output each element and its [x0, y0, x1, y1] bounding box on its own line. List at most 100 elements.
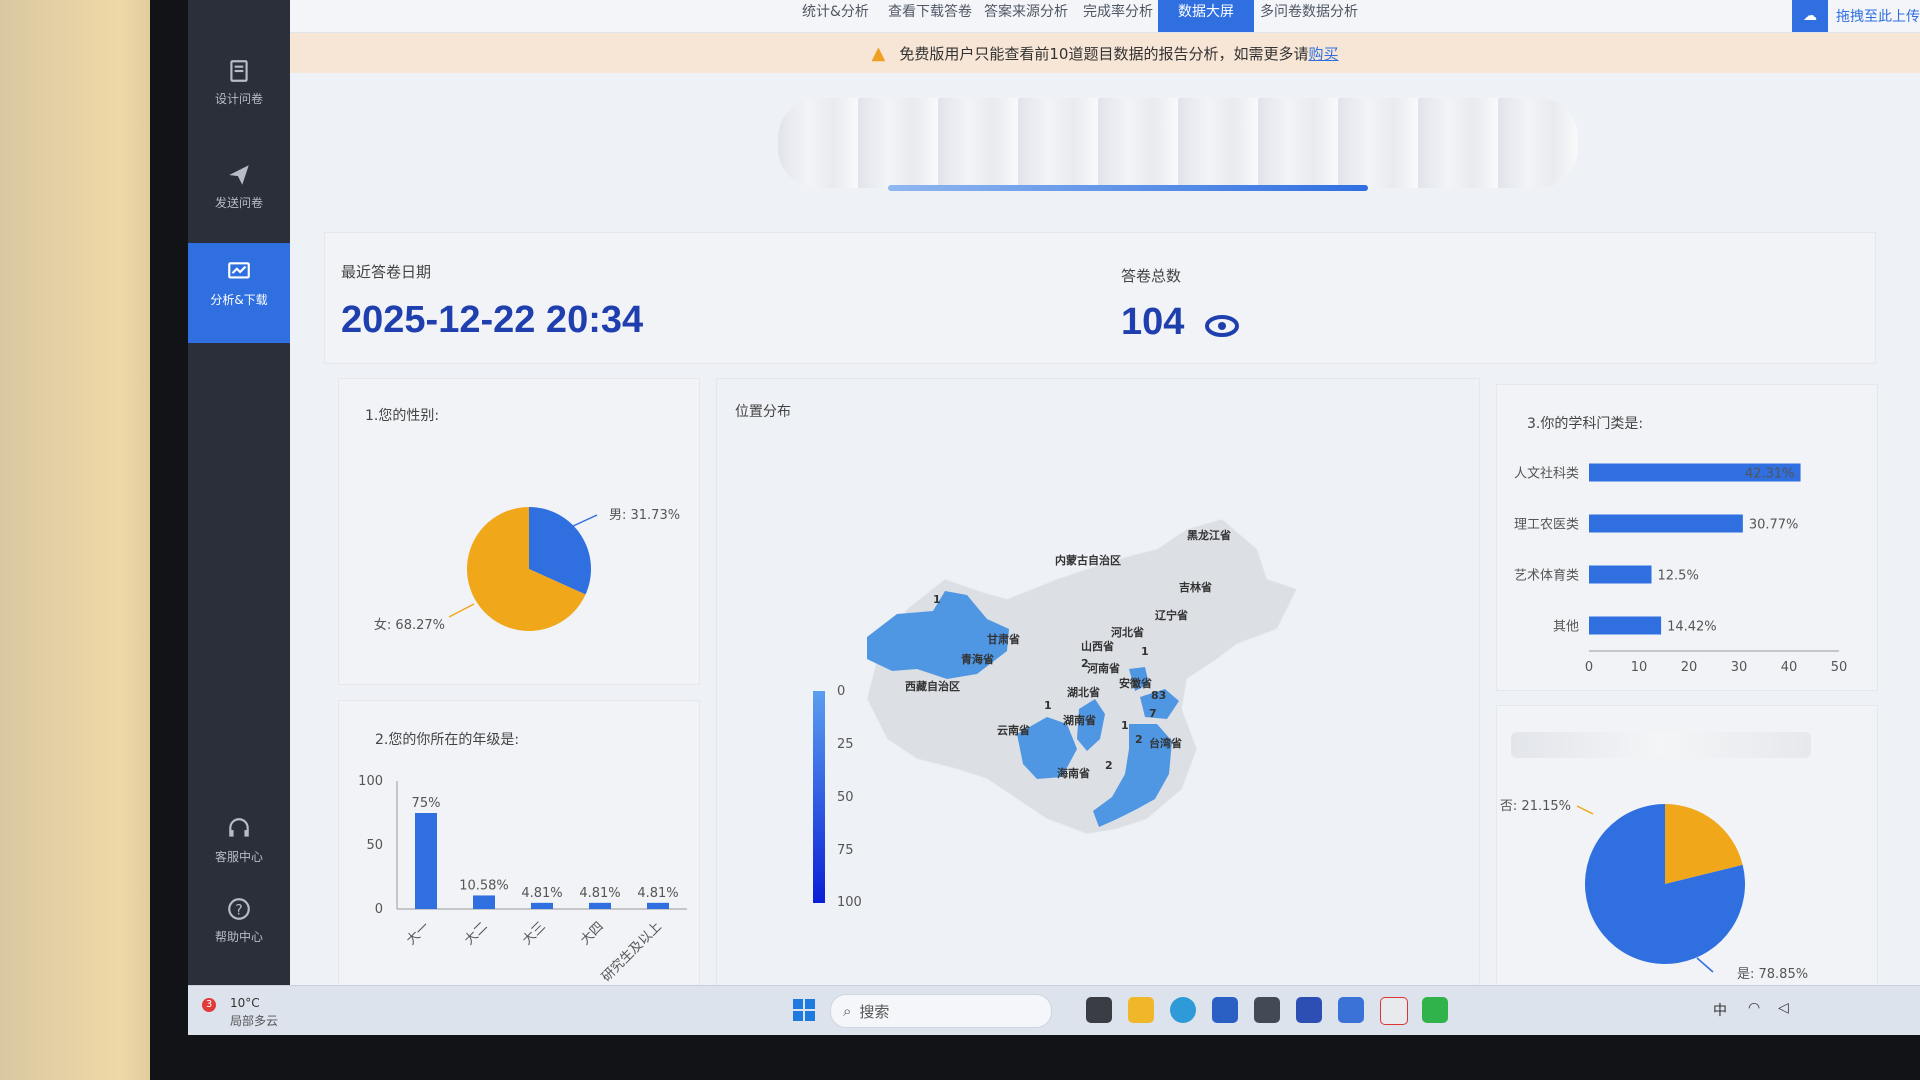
tab-completion[interactable]: 完成率分析	[1083, 0, 1153, 32]
subject-bar-chart: 0 10 20 30 40 50 人文社科类 42.31% 理工农医类 30.77% 艺术体育类 12…	[1514, 463, 1847, 675]
x-tick-label: 大四	[578, 919, 607, 948]
notification-badge: 3	[202, 998, 216, 1012]
bar-data-label: 10.58%	[459, 878, 509, 893]
legend-tick: 75	[837, 843, 854, 858]
y-tick-label: 0	[375, 902, 383, 917]
x-tick-label: 40	[1781, 660, 1798, 675]
region-count: 2	[1105, 759, 1113, 772]
pie-slice-label: 女: 68.27%	[374, 617, 445, 633]
pie-leader-line	[570, 514, 598, 528]
province-label: 青海省	[961, 652, 994, 666]
province-label: 云南省	[997, 723, 1030, 737]
province-label: 西藏自治区	[905, 679, 960, 693]
x-tick-label: 大三	[520, 919, 549, 948]
x-tick-label: 大二	[462, 919, 491, 948]
x-tick-label: 20	[1681, 660, 1698, 675]
svg-text:?: ?	[235, 902, 242, 918]
province-label: 湖北省	[1067, 685, 1100, 699]
app-icon[interactable]	[1254, 997, 1280, 1023]
ime-indicator[interactable]: 中	[1713, 1000, 1727, 1020]
store-icon[interactable]	[1212, 997, 1238, 1023]
weather-temp: 10°C	[230, 996, 260, 1010]
tab-multi[interactable]: 多问卷数据分析	[1260, 0, 1358, 32]
help-icon: ?	[228, 898, 250, 920]
sidebar-item-help[interactable]: ? 帮助中心	[188, 880, 290, 960]
wps-icon[interactable]	[1380, 997, 1408, 1025]
task-view-icon[interactable]	[1086, 997, 1112, 1023]
bar	[1589, 514, 1743, 533]
upload-label: 拖拽至此上传	[1836, 9, 1920, 25]
edge-browser-icon[interactable]	[1170, 997, 1196, 1023]
map-panel: 位置分布 0 25 50 75 100 黑龙江省 内蒙古自治区 吉林省 辽宁省 …	[716, 378, 1480, 987]
pie-slice-label: 男: 31.73%	[609, 508, 680, 523]
province-label: 甘肃省	[987, 632, 1020, 646]
province-label: 辽宁省	[1155, 608, 1188, 622]
region-count: 2	[1135, 733, 1143, 746]
bar-data-label: 4.81%	[579, 886, 620, 901]
taskbar-search[interactable]: ⌕ 搜索	[830, 994, 1052, 1028]
analytics-icon	[228, 262, 250, 279]
eye-icon[interactable]	[1205, 311, 1239, 341]
region-count: 1	[933, 593, 941, 606]
legend-tick: 0	[837, 684, 845, 699]
weather-desc: 局部多云	[230, 1014, 279, 1028]
y-tick-label: 理工农医类	[1514, 518, 1579, 533]
yesno-panel: 否: 21.15% 是: 78.85%	[1496, 705, 1878, 987]
windows-start-icon[interactable]	[792, 998, 816, 1022]
sidebar-item-design[interactable]: 设计问卷	[188, 42, 290, 142]
grade-panel: 2.您的你所在的年级是: 100 50 0 75% 大一 10.58% 大二 4.81% 大三 4…	[338, 700, 700, 987]
sidebar-item-label: 客服中心	[214, 850, 263, 864]
sidebar-item-label: 分析&下载	[210, 293, 268, 307]
tab-source[interactable]: 答案来源分析	[984, 0, 1068, 32]
x-tick-label: 0	[1585, 660, 1593, 675]
region-count: 2	[1081, 657, 1089, 670]
x-tick-label: 10	[1631, 660, 1648, 675]
bar	[647, 902, 669, 909]
province-label: 台湾省	[1149, 736, 1182, 750]
pie-leader-line	[1696, 957, 1714, 973]
app-icon[interactable]	[1296, 997, 1322, 1023]
sidebar-item-analysis[interactable]: 分析&下载	[188, 243, 290, 343]
bar	[589, 902, 611, 909]
weather-widget[interactable]: 3 10°C 局部多云	[202, 996, 292, 1028]
volume-icon[interactable]: ◁	[1778, 1000, 1789, 1016]
bar-data-label: 30.77%	[1749, 518, 1799, 533]
province-label: 黑龙江省	[1187, 528, 1231, 542]
province-label: 海南省	[1057, 766, 1090, 780]
subject-panel: 3.你的学科门类是: 0 10 20 30 40 50 人文社科类 42.31% 理工农医类 30…	[1496, 384, 1878, 691]
legend-tick: 50	[837, 790, 854, 805]
top-nav: 统计&分析 查看下载答卷 答案来源分析 完成率分析 数据大屏 多问卷数据分析 ☁…	[290, 0, 1920, 33]
monitor-screen: 设计问卷 发送问卷 分析&下载 客服中心 ? 帮助中心 统计&分析 查看下载答卷…	[188, 0, 1920, 1035]
y-tick-label: 其他	[1553, 620, 1579, 635]
y-tick-label: 50	[366, 838, 383, 853]
china-map: 0 25 50 75 100 黑龙江省 内蒙古自治区 吉林省 辽宁省 河北省 山…	[813, 518, 1298, 910]
wechat-icon[interactable]	[1422, 997, 1448, 1023]
province-label: 河南省	[1087, 661, 1120, 675]
wifi-icon[interactable]: ◠	[1748, 1000, 1760, 1016]
notice-text: 免费版用户只能查看前10道题目数据的报告分析，如需更多请	[899, 44, 1309, 63]
cloud-upload-icon: ☁	[1792, 0, 1828, 32]
buy-link[interactable]: 购买	[1308, 43, 1338, 64]
sidebar-item-support[interactable]: 客服中心	[188, 800, 290, 870]
province-label: 吉林省	[1179, 580, 1212, 594]
warning-icon: ▲	[871, 42, 886, 64]
search-placeholder: 搜索	[859, 1002, 890, 1021]
file-explorer-icon[interactable]	[1128, 997, 1154, 1023]
x-tick-label: 30	[1731, 660, 1748, 675]
x-tick-label: 研究生及以上	[599, 919, 665, 985]
tab-dashboard[interactable]: 数据大屏	[1158, 0, 1254, 32]
tab-stats[interactable]: 统计&分析	[802, 0, 869, 32]
app-icon[interactable]	[1338, 997, 1364, 1023]
x-tick-label: 大一	[404, 919, 433, 948]
sidebar-item-send[interactable]: 发送问卷	[188, 146, 290, 246]
region-count: 7	[1149, 707, 1157, 720]
province-label: 山西省	[1081, 639, 1114, 653]
province-label: 内蒙古自治区	[1055, 553, 1121, 567]
province-label: 安徽省	[1119, 676, 1152, 690]
upload-button[interactable]: ☁ 拖拽至此上传	[1792, 0, 1920, 32]
bar-data-label: 75%	[412, 796, 441, 811]
tab-answers[interactable]: 查看下载答卷	[888, 0, 972, 32]
bar-data-label: 12.5%	[1658, 569, 1699, 584]
pie-slice-label: 否: 21.15%	[1500, 799, 1571, 814]
region-count: 1	[1044, 699, 1052, 712]
